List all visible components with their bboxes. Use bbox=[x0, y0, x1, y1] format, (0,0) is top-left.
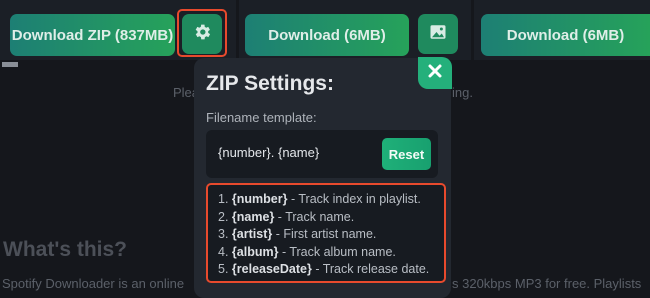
template-variables-list: 1. {number} - Track index in playlist. 2… bbox=[206, 183, 446, 283]
hint-text-right: ing. bbox=[452, 85, 473, 100]
zip-settings-popup: ZIP Settings: Filename template: {number… bbox=[194, 58, 451, 298]
gear-icon bbox=[192, 22, 212, 47]
popup-title: ZIP Settings: bbox=[206, 72, 334, 95]
download-track-button-2[interactable]: Download (6MB) bbox=[481, 14, 650, 56]
progress-bar bbox=[2, 62, 18, 67]
list-item: 3. {artist} - First artist name. bbox=[218, 227, 377, 241]
close-button[interactable] bbox=[418, 57, 452, 89]
list-item: 1. {number} - Track index in playlist. bbox=[218, 192, 421, 206]
download-track-button[interactable]: Download (6MB) bbox=[245, 14, 409, 56]
list-item: 4. {album} - Track album name. bbox=[218, 244, 396, 259]
reset-button[interactable]: Reset bbox=[382, 138, 431, 170]
list-item: 5. {releaseDate} - Track release date. bbox=[218, 262, 430, 276]
template-field: {number}. {name} Reset bbox=[206, 130, 438, 178]
intro-text-right: s 320kbps MP3 for free. Playlists bbox=[452, 276, 642, 291]
list-item: 2. {name} - Track name. bbox=[218, 209, 355, 224]
download-zip-button[interactable]: Download ZIP (837MB) bbox=[10, 14, 175, 56]
image-icon bbox=[429, 23, 447, 46]
intro-text-left: Spotify Downloader is an online bbox=[2, 276, 185, 291]
filename-template-input[interactable]: {number}. {name} bbox=[218, 145, 319, 160]
cover-image-button[interactable] bbox=[418, 14, 458, 54]
template-label: Filename template: bbox=[206, 110, 317, 125]
close-icon bbox=[427, 63, 443, 84]
zip-settings-button[interactable] bbox=[182, 14, 222, 54]
section-heading: What's this? bbox=[3, 238, 127, 261]
